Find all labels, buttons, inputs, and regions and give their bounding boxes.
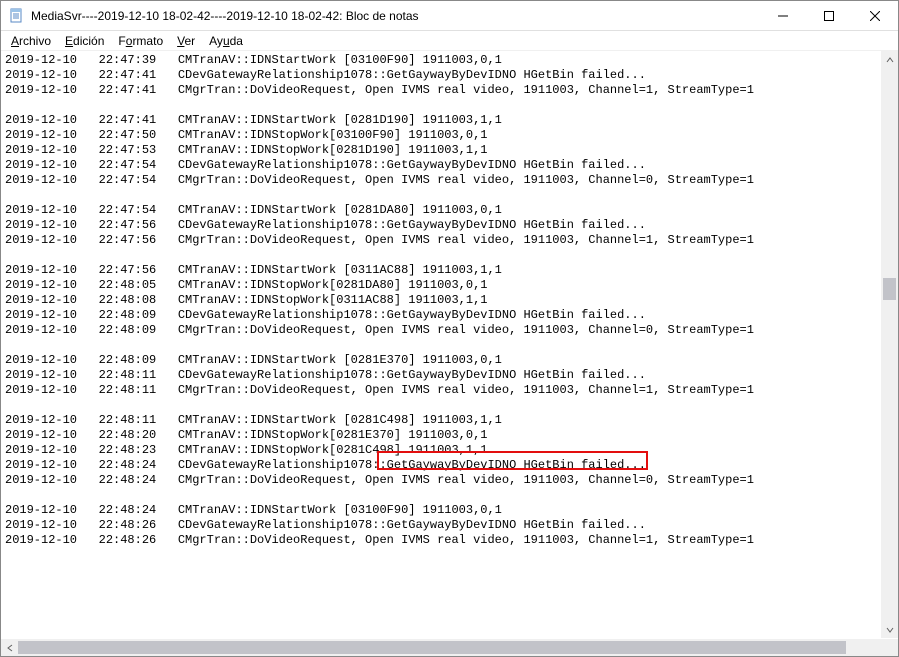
- menu-file[interactable]: Archivo: [5, 33, 57, 49]
- text-area[interactable]: 2019-12-10 22:47:39 CMTranAV::IDNStartWo…: [1, 51, 898, 656]
- window-title: MediaSvr----2019-12-10 18-02-42----2019-…: [31, 9, 760, 23]
- minimize-icon: [778, 11, 788, 21]
- log-line[interactable]: 2019-12-10 22:48:26 CMgrTran::DoVideoReq…: [5, 533, 880, 548]
- log-line[interactable]: 2019-12-10 22:47:54 CMgrTran::DoVideoReq…: [5, 173, 880, 188]
- log-line[interactable]: 2019-12-10 22:48:08 CMTranAV::IDNStopWor…: [5, 293, 880, 308]
- log-line[interactable]: [5, 488, 880, 503]
- menu-view[interactable]: Ver: [171, 33, 201, 49]
- log-line[interactable]: 2019-12-10 22:48:26 CDevGatewayRelations…: [5, 518, 880, 533]
- log-line[interactable]: 2019-12-10 22:47:41 CMTranAV::IDNStartWo…: [5, 113, 880, 128]
- log-line[interactable]: 2019-12-10 22:48:20 CMTranAV::IDNStopWor…: [5, 428, 880, 443]
- minimize-button[interactable]: [760, 1, 806, 30]
- log-line[interactable]: 2019-12-10 22:48:05 CMTranAV::IDNStopWor…: [5, 278, 880, 293]
- chevron-up-icon: [886, 56, 894, 64]
- horizontal-scrollbar[interactable]: [1, 639, 898, 656]
- log-line[interactable]: 2019-12-10 22:48:24 CDevGatewayRelations…: [5, 458, 880, 473]
- log-line[interactable]: 2019-12-10 22:47:41 CDevGatewayRelations…: [5, 68, 880, 83]
- log-line[interactable]: 2019-12-10 22:48:24 CMTranAV::IDNStartWo…: [5, 503, 880, 518]
- close-button[interactable]: [852, 1, 898, 30]
- chevron-left-icon: [6, 644, 14, 652]
- menubar: Archivo Edición Formato Ver Ayuda: [1, 31, 898, 51]
- menu-format[interactable]: Formato: [112, 33, 169, 49]
- maximize-button[interactable]: [806, 1, 852, 30]
- log-line[interactable]: 2019-12-10 22:48:09 CDevGatewayRelations…: [5, 308, 880, 323]
- log-line[interactable]: 2019-12-10 22:48:09 CMgrTran::DoVideoReq…: [5, 323, 880, 338]
- window-controls: [760, 1, 898, 30]
- maximize-icon: [824, 11, 834, 21]
- log-line[interactable]: [5, 248, 880, 263]
- log-line[interactable]: 2019-12-10 22:48:23 CMTranAV::IDNStopWor…: [5, 443, 880, 458]
- log-line[interactable]: 2019-12-10 22:47:56 CMgrTran::DoVideoReq…: [5, 233, 880, 248]
- menu-edit[interactable]: Edición: [59, 33, 110, 49]
- log-line[interactable]: 2019-12-10 22:48:11 CMgrTran::DoVideoReq…: [5, 383, 880, 398]
- log-line[interactable]: 2019-12-10 22:47:50 CMTranAV::IDNStopWor…: [5, 128, 880, 143]
- log-line[interactable]: 2019-12-10 22:47:56 CMTranAV::IDNStartWo…: [5, 263, 880, 278]
- scroll-up-button[interactable]: [881, 51, 898, 68]
- log-body[interactable]: 2019-12-10 22:47:39 CMTranAV::IDNStartWo…: [5, 53, 880, 638]
- log-line[interactable]: [5, 338, 880, 353]
- log-line[interactable]: 2019-12-10 22:48:24 CMgrTran::DoVideoReq…: [5, 473, 880, 488]
- log-line[interactable]: 2019-12-10 22:48:11 CDevGatewayRelations…: [5, 368, 880, 383]
- log-line[interactable]: 2019-12-10 22:47:41 CMgrTran::DoVideoReq…: [5, 83, 880, 98]
- log-line[interactable]: 2019-12-10 22:47:56 CDevGatewayRelations…: [5, 218, 880, 233]
- log-line[interactable]: 2019-12-10 22:47:54 CMTranAV::IDNStartWo…: [5, 203, 880, 218]
- horizontal-scroll-track[interactable]: [18, 639, 881, 656]
- log-line[interactable]: 2019-12-10 22:48:11 CMTranAV::IDNStartWo…: [5, 413, 880, 428]
- log-line[interactable]: [5, 188, 880, 203]
- chevron-down-icon: [886, 626, 894, 634]
- log-line[interactable]: [5, 398, 880, 413]
- log-line[interactable]: [5, 548, 880, 563]
- notepad-window: MediaSvr----2019-12-10 18-02-42----2019-…: [0, 0, 899, 657]
- log-line[interactable]: 2019-12-10 22:47:39 CMTranAV::IDNStartWo…: [5, 53, 880, 68]
- menu-help[interactable]: Ayuda: [203, 33, 249, 49]
- vertical-scroll-track[interactable]: [881, 68, 898, 621]
- log-line[interactable]: 2019-12-10 22:47:54 CDevGatewayRelations…: [5, 158, 880, 173]
- scrollbar-corner: [881, 639, 898, 656]
- notepad-icon: [9, 8, 25, 24]
- horizontal-scroll-thumb[interactable]: [18, 641, 846, 654]
- log-line[interactable]: 2019-12-10 22:47:53 CMTranAV::IDNStopWor…: [5, 143, 880, 158]
- close-icon: [870, 11, 880, 21]
- log-line[interactable]: 2019-12-10 22:48:09 CMTranAV::IDNStartWo…: [5, 353, 880, 368]
- titlebar[interactable]: MediaSvr----2019-12-10 18-02-42----2019-…: [1, 1, 898, 31]
- log-line[interactable]: [5, 98, 880, 113]
- vertical-scroll-thumb[interactable]: [883, 278, 896, 300]
- scroll-down-button[interactable]: [881, 621, 898, 638]
- scroll-left-button[interactable]: [1, 639, 18, 656]
- vertical-scrollbar[interactable]: [881, 51, 898, 638]
